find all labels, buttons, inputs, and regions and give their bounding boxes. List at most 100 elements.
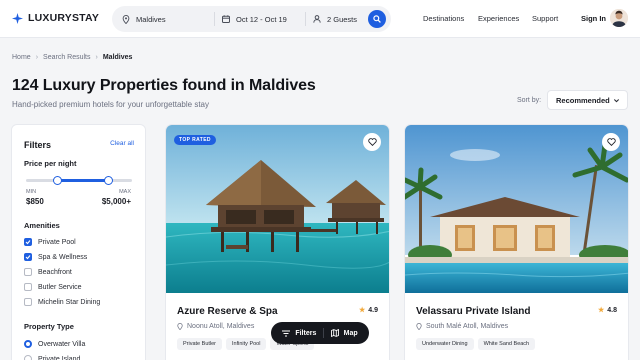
heart-icon (367, 138, 377, 146)
amenity-option[interactable]: Michelin Star Dining (24, 298, 100, 306)
sort-label: Sort by: (517, 97, 542, 104)
guests-value: 2 Guests (327, 14, 358, 24)
property-type-option[interactable]: Private Island (24, 355, 80, 360)
amenity-option[interactable]: Spa & Wellness (24, 253, 87, 261)
price-heading: Price per night (24, 159, 77, 168)
check-icon (25, 240, 31, 245)
breadcrumb: Home › Search Results › Maldives (12, 54, 132, 61)
location-text: Noonu Atoll, Maldives (187, 323, 255, 330)
amenity-tag: Infinity Pool (226, 338, 267, 350)
property-rating: ★ 4.9 (358, 306, 378, 315)
amenities-heading: Amenities (24, 221, 60, 230)
sparkle-logo-icon (12, 12, 23, 24)
property-type-option[interactable]: Overwater Villa (24, 340, 85, 348)
property-type-radio[interactable] (24, 355, 32, 360)
property-card[interactable]: Velassaru Private Island ★ 4.8 South Mal… (404, 124, 629, 360)
amenity-label: Butler Service (38, 283, 82, 291)
brand-logo[interactable]: LUXURYSTAY (12, 12, 99, 24)
user-icon (313, 15, 321, 23)
property-location: Noonu Atoll, Maldives (177, 323, 254, 330)
top-header: LUXURYSTAY Maldives Oct 12 - Oct 19 2 Gu… (0, 0, 640, 38)
property-name[interactable]: Velassaru Private Island (416, 306, 531, 317)
filters-toggle-button[interactable]: Filters (282, 330, 316, 337)
price-max-value: $5,000+ (101, 197, 131, 206)
favorite-button[interactable] (602, 133, 620, 151)
price-min-value: $850 (26, 197, 44, 206)
price-range-slider[interactable] (26, 176, 132, 185)
star-icon: ★ (597, 307, 605, 314)
amenity-checkbox[interactable] (24, 253, 32, 261)
overwater-villa-image (166, 125, 389, 293)
property-type-label: Overwater Villa (38, 340, 86, 348)
amenity-label: Beachfront (38, 268, 72, 276)
location-field[interactable]: Maldives (112, 6, 214, 32)
top-rated-badge: TOP RATED (174, 135, 216, 145)
filters-toggle-label: Filters (295, 329, 317, 337)
property-location: South Malé Atoll, Maldives (416, 323, 508, 330)
avatar[interactable] (610, 9, 628, 27)
filters-title: Filters (24, 140, 52, 150)
favorite-button[interactable] (363, 133, 381, 151)
amenity-checkbox[interactable] (24, 238, 32, 246)
price-min-label: MIN (26, 189, 37, 195)
island-villa-image (405, 125, 628, 293)
signin-link[interactable]: Sign In (581, 14, 606, 23)
calendar-icon (222, 15, 230, 23)
dates-field[interactable]: Oct 12 - Oct 19 (214, 12, 305, 26)
nav-support[interactable]: Support (532, 14, 558, 23)
price-max-handle[interactable] (104, 176, 114, 185)
amenity-tag: Private Butler (177, 338, 223, 350)
location-pin-icon (122, 14, 130, 24)
property-type-radio[interactable] (24, 340, 32, 348)
price-max-label: MAX (119, 189, 131, 195)
chevron-right-icon: › (35, 54, 39, 61)
location-value: Maldives (136, 14, 166, 24)
breadcrumb-home[interactable]: Home (12, 54, 31, 61)
floating-action-bar: Filters Map (271, 322, 369, 344)
map-toggle-label: Map (343, 329, 358, 337)
map-toggle-button[interactable]: Map (330, 329, 358, 337)
page-subtitle: Hand-picked premium hotels for your unfo… (12, 100, 209, 109)
amenity-tag: Underwater Dining (416, 338, 474, 350)
brand-name: LUXURYSTAY (28, 12, 100, 24)
star-icon: ★ (358, 307, 366, 314)
amenity-checkbox[interactable] (24, 298, 32, 306)
filters-panel: Filters Clear all Price per night MIN MA… (11, 124, 146, 360)
price-min-handle[interactable] (53, 176, 63, 185)
amenity-label: Michelin Star Dining (38, 298, 101, 306)
breadcrumb-search-results[interactable]: Search Results (43, 54, 90, 61)
breadcrumb-current: Maldives (102, 54, 133, 61)
amenity-option[interactable]: Beachfront (24, 268, 72, 276)
amenity-label: Private Pool (38, 238, 76, 246)
map-icon (330, 329, 339, 337)
amenity-checkbox[interactable] (24, 268, 32, 276)
amenity-option[interactable]: Private Pool (24, 238, 76, 246)
property-type-label: Private Island (38, 355, 81, 360)
user-avatar-icon (610, 9, 628, 27)
property-type-heading: Property Type (24, 322, 74, 331)
check-icon (25, 255, 31, 260)
amenity-option[interactable]: Butler Service (24, 283, 82, 291)
search-bar: Maldives Oct 12 - Oct 19 2 Guests (112, 6, 391, 32)
property-rating: ★ 4.8 (597, 306, 617, 315)
price-range-fill (57, 179, 109, 182)
search-button[interactable] (368, 10, 386, 28)
location-pin-icon (416, 323, 422, 330)
sort-value: Recommended (556, 96, 610, 105)
heart-icon (606, 138, 616, 146)
nav-destinations[interactable]: Destinations (423, 14, 464, 23)
chevron-down-icon (613, 99, 620, 103)
location-text: South Malé Atoll, Maldives (426, 323, 509, 330)
guests-field[interactable]: 2 Guests (305, 12, 365, 26)
amenity-tag: White Sand Beach (477, 338, 536, 350)
sort-dropdown[interactable]: Recommended (547, 90, 628, 110)
search-icon (373, 15, 381, 23)
amenity-checkbox[interactable] (24, 283, 32, 291)
clear-all-link[interactable]: Clear all (110, 140, 134, 147)
dates-value: Oct 12 - Oct 19 (236, 14, 287, 24)
location-pin-icon (177, 323, 183, 330)
rating-value: 4.8 (607, 306, 617, 314)
rating-value: 4.9 (368, 306, 378, 314)
property-name[interactable]: Azure Reserve & Spa (177, 306, 278, 317)
nav-experiences[interactable]: Experiences (478, 14, 519, 23)
